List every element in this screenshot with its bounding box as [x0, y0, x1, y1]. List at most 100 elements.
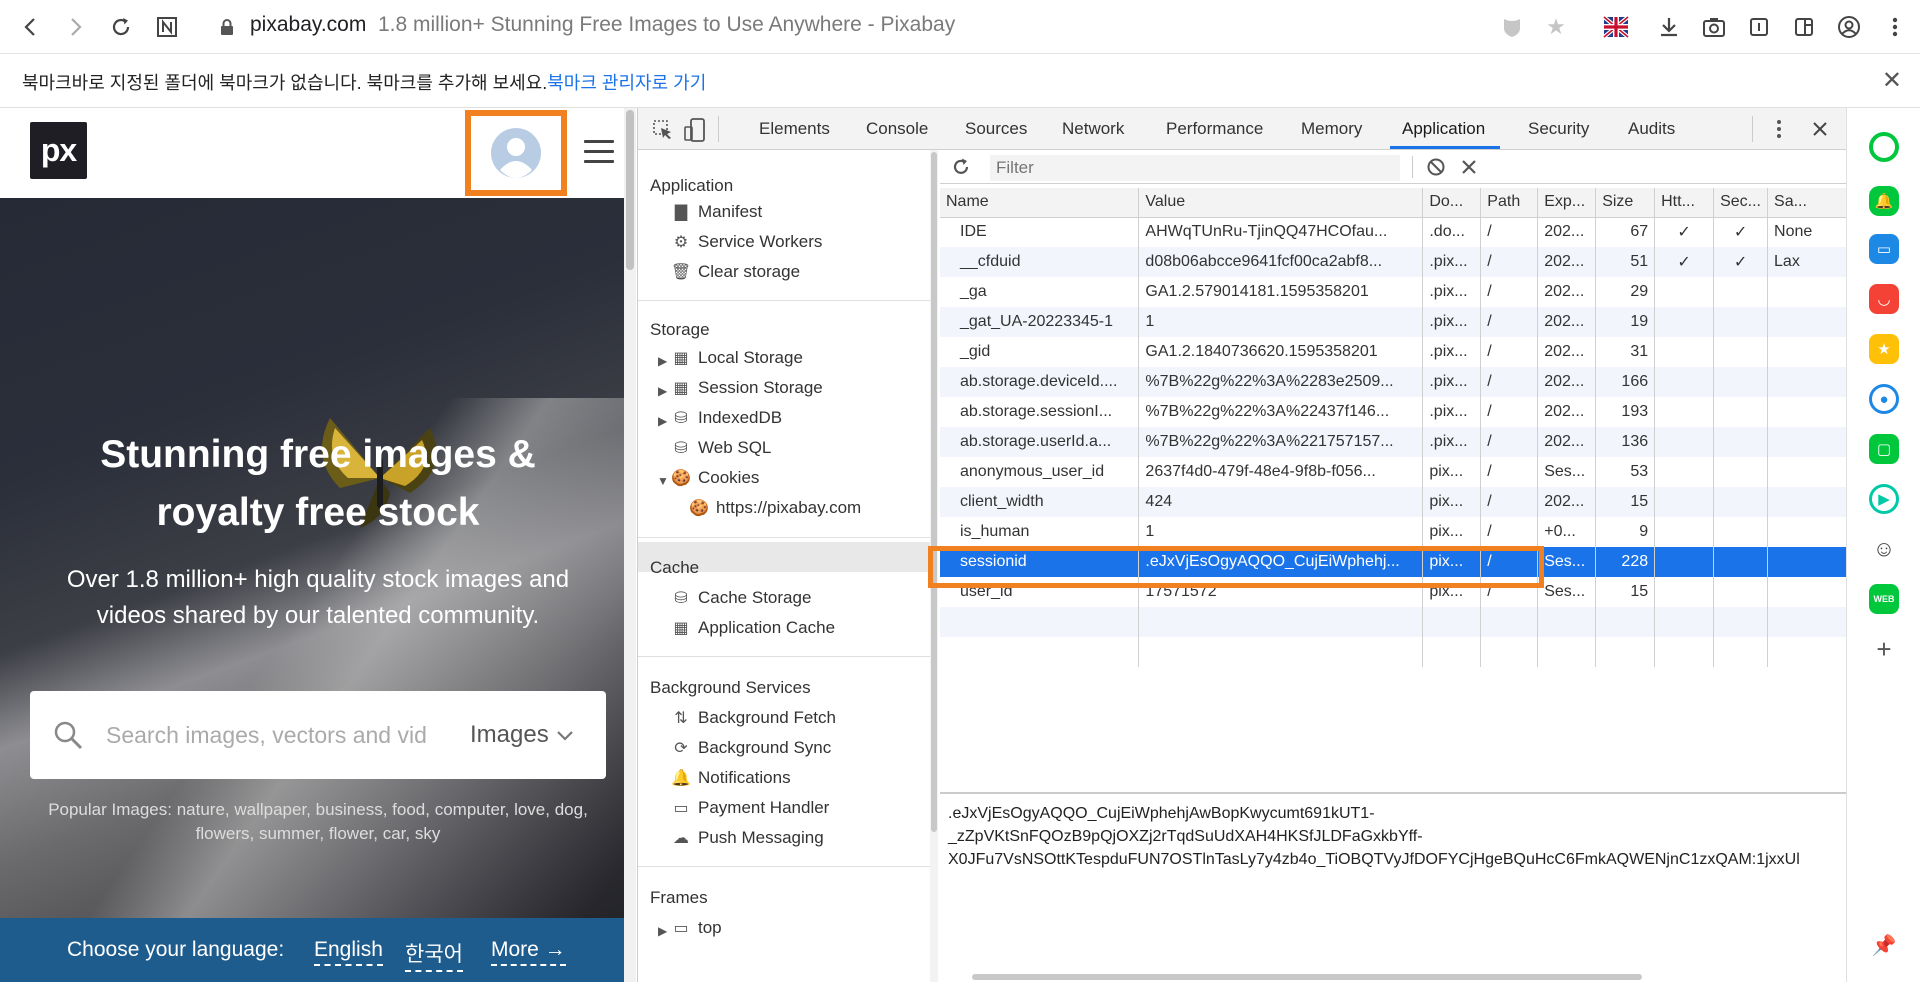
column-header-httponly[interactable]: Htt...: [1654, 188, 1715, 218]
sidebar-item-top-frame[interactable]: ▭ top: [670, 918, 721, 938]
pixabay-logo[interactable]: px: [30, 122, 87, 179]
tab-sources[interactable]: Sources: [965, 119, 1027, 139]
sidebar-item-application-cache[interactable]: ▦ Application Cache: [670, 618, 835, 638]
shield-icon[interactable]: [1497, 12, 1527, 42]
table-row[interactable]: client_width 424 pix.../202... 15: [940, 487, 1847, 517]
inspect-element-icon[interactable]: [652, 119, 674, 141]
tab-application[interactable]: Application: [1402, 119, 1485, 139]
tab-memory[interactable]: Memory: [1301, 119, 1362, 139]
column-header-expires[interactable]: Exp...: [1537, 188, 1597, 218]
hamburger-menu-icon[interactable]: [584, 140, 614, 164]
tab-console[interactable]: Console: [866, 119, 928, 139]
sidebar-item-notifications[interactable]: 🔔 Notifications: [670, 768, 791, 788]
refresh-icon[interactable]: [951, 157, 971, 177]
expand-arrow-icon[interactable]: ▶: [658, 354, 667, 368]
search-input[interactable]: [106, 718, 426, 752]
table-row[interactable]: ab.storage.deviceId.... %7B%22g%22%3A%228…: [940, 367, 1847, 397]
expand-arrow-icon[interactable]: ▶: [658, 414, 667, 428]
table-row[interactable]: ab.storage.userId.a... %7B%22g%22%3A%2217…: [940, 427, 1847, 457]
column-header-domain[interactable]: Do...: [1422, 188, 1482, 218]
pocket-icon[interactable]: ◡: [1869, 284, 1899, 314]
play-icon[interactable]: ▶: [1869, 484, 1899, 514]
lang-more-link[interactable]: More →: [491, 938, 566, 966]
forward-icon[interactable]: [60, 12, 90, 42]
sidebar-item-cache-storage[interactable]: ⛁ Cache Storage: [670, 588, 811, 608]
pin-icon[interactable]: 📌: [1869, 930, 1899, 960]
column-header-size[interactable]: Size: [1595, 188, 1656, 218]
webtoon-icon[interactable]: WEB: [1869, 584, 1899, 614]
sidebar-item-payment-handler[interactable]: ▭ Payment Handler: [670, 798, 829, 818]
download-icon[interactable]: [1654, 12, 1684, 42]
expand-arrow-icon[interactable]: ▶: [658, 384, 667, 398]
sidebar-item-push-messaging[interactable]: ☁ Push Messaging: [670, 828, 824, 848]
lang-english-link[interactable]: English: [314, 938, 383, 966]
tab-network[interactable]: Network: [1062, 119, 1124, 139]
sidebar-item-clear-storage[interactable]: 🗑 Clear storage: [670, 262, 800, 282]
sidebar-item-web-sql[interactable]: ⛁ Web SQL: [670, 438, 771, 458]
add-panel-icon[interactable]: +: [1869, 634, 1899, 664]
collapse-arrow-icon[interactable]: ▼: [657, 474, 669, 488]
column-header-value[interactable]: Value: [1138, 188, 1424, 218]
search-type-select[interactable]: Images: [470, 721, 575, 749]
uk-flag-icon[interactable]: [1601, 12, 1631, 42]
naver-green-dot-icon[interactable]: [1869, 132, 1899, 162]
table-row[interactable]: IDE AHWqTUnRu-TjinQQ47HCOfau... .do.../202…: [940, 217, 1847, 247]
url-domain[interactable]: pixabay.com: [250, 13, 366, 37]
green-square-icon[interactable]: ▢: [1869, 434, 1899, 464]
back-icon[interactable]: [16, 12, 46, 42]
table-row[interactable]: __cfduid d08b06abcce9641fcf00ca2abf8... .p…: [940, 247, 1847, 277]
devtools-menu-icon[interactable]: [1776, 118, 1782, 140]
star-icon[interactable]: ★: [1541, 12, 1571, 42]
dictionary-icon[interactable]: ●: [1869, 384, 1899, 414]
tab-security[interactable]: Security: [1528, 119, 1589, 139]
character-face-icon[interactable]: ☺: [1869, 534, 1899, 564]
column-header-samesite[interactable]: Sa...: [1767, 188, 1847, 218]
sidebar-item-local-storage[interactable]: ▦ Local Storage: [670, 348, 802, 368]
page-scrollbar[interactable]: [624, 108, 636, 982]
clear-all-icon[interactable]: [1426, 157, 1446, 177]
storage-box-icon[interactable]: ▭: [1869, 234, 1899, 264]
url-page-title[interactable]: 1.8 million+ Stunning Free Images to Use…: [378, 13, 955, 37]
tab-performance[interactable]: Performance: [1166, 119, 1263, 139]
camera-icon[interactable]: [1699, 12, 1729, 42]
column-header-path[interactable]: Path: [1480, 188, 1539, 218]
column-header-secure[interactable]: Sec...: [1713, 188, 1769, 218]
table-row[interactable]: _gat_UA-20223345-1 1 .pix.../202... 19: [940, 307, 1847, 337]
talk-bell-icon[interactable]: 🔔: [1869, 186, 1899, 216]
sidebar-toggle-icon[interactable]: [1789, 12, 1819, 42]
menu-dots-icon[interactable]: [1880, 12, 1910, 42]
table-row[interactable]: is_human 1 pix... / +0... 9: [940, 517, 1847, 547]
reload-icon[interactable]: [106, 12, 136, 42]
sidebar-item-background-sync[interactable]: ⟳ Background Sync: [670, 738, 831, 758]
sidebar-item-cookies[interactable]: 🍪 Cookies: [670, 468, 759, 488]
expand-arrow-icon[interactable]: ▶: [658, 924, 667, 938]
sidebar-item-cookie-origin[interactable]: 🍪 https://pixabay.com: [688, 498, 861, 518]
search-icon[interactable]: [52, 719, 84, 751]
sidebar-item-background-fetch[interactable]: ⇅ Background Fetch: [670, 708, 836, 728]
tab-audits[interactable]: Audits: [1628, 119, 1675, 139]
reader-icon[interactable]: [1744, 12, 1774, 42]
table-row[interactable]: anonymous_user_id 2637f4d0-479f-48e4-9f8b…: [940, 457, 1847, 487]
user-avatar-button[interactable]: [465, 110, 567, 196]
sidebar-item-indexeddb[interactable]: ⛁ IndexedDB: [670, 408, 782, 428]
horizontal-scrollbar[interactable]: [940, 972, 1847, 982]
table-row[interactable]: ab.storage.sessionI... %7B%22g%22%3A%2243…: [940, 397, 1847, 427]
filter-input[interactable]: [990, 155, 1400, 181]
column-header-name[interactable]: Name: [940, 188, 1140, 218]
lang-korean-link[interactable]: 한국어: [405, 938, 463, 972]
sidebar-item-manifest[interactable]: ▇ Manifest: [670, 202, 762, 222]
bookmark-manager-link[interactable]: 북마크 관리자로 가기: [547, 73, 706, 93]
table-row[interactable]: _ga GA1.2.579014181.1595358201 .pix.../202…: [940, 277, 1847, 307]
sidebar-item-session-storage[interactable]: ▦ Session Storage: [670, 378, 822, 398]
profile-icon[interactable]: [1834, 12, 1864, 42]
devtools-close-icon[interactable]: [1811, 120, 1829, 138]
device-toolbar-icon[interactable]: [684, 117, 706, 143]
table-row[interactable]: _gid GA1.2.1840736620.1595358201 .pix.../2…: [940, 337, 1847, 367]
naver-n-icon[interactable]: [152, 12, 182, 42]
tab-elements[interactable]: Elements: [759, 119, 830, 139]
close-icon[interactable]: ✕: [1882, 66, 1902, 95]
sidebar-item-service-workers[interactable]: ⚙ Service Workers: [670, 232, 823, 252]
delete-selected-icon[interactable]: [1460, 158, 1478, 176]
favorite-star-icon[interactable]: ★: [1869, 334, 1899, 364]
lock-icon[interactable]: [212, 12, 242, 42]
